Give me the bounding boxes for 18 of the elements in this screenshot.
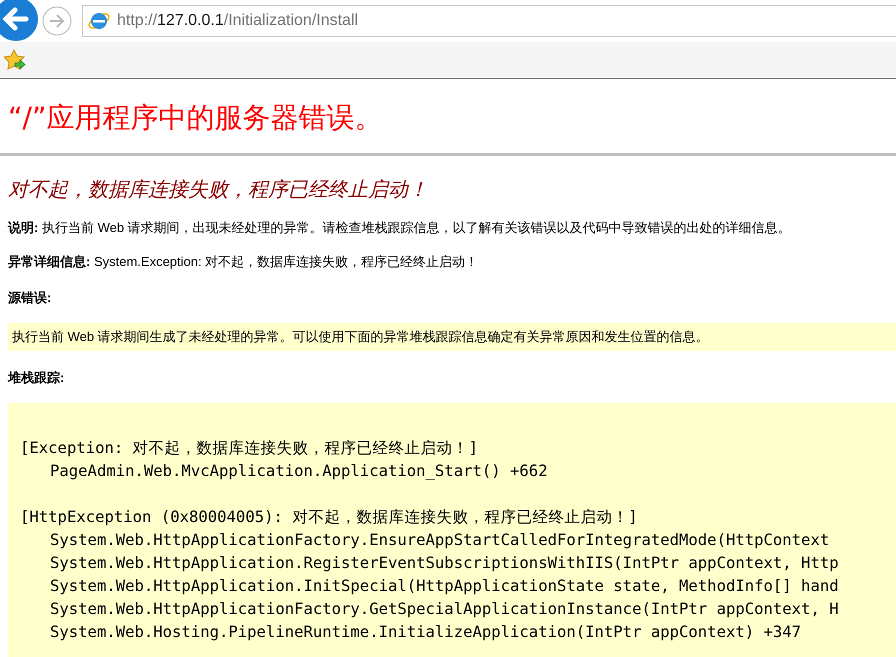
description-text: 说明: 执行当前 Web 请求期间，出现未经处理的异常。请检查堆栈跟踪信息，以了解有关该错误以及代码中导致错误的出处的详细信息。 <box>8 219 792 237</box>
stack-frame: System.Web.HttpApplication.RegisterEventSubscriptionsWithIIS(IntPtr appContext, Http <box>50 552 839 575</box>
section-label: 源错误: <box>8 289 52 307</box>
section-label: 堆栈跟踪: <box>8 369 66 387</box>
source-error-text: 执行当前 Web 请求期间生成了未经处理的异常。可以使用下面的异常堆栈跟踪信息确定有关异常原因和发生位置的信息。 <box>8 323 896 351</box>
back-icon[interactable] <box>0 0 38 41</box>
stack-frame: PageAdmin.Web.MvcApplication.Application_Start() +662 <box>50 460 548 483</box>
error-message: 对不起，数据库连接失败，程序已经终止启动！ <box>8 176 429 203</box>
exception-header: [Exception: 对不起，数据库连接失败，程序已经终止启动！] <box>20 438 478 459</box>
stack-frame: System.Web.HttpApplication.InitSpecial(HttpApplicationState state, MethodInfo[] hand <box>50 575 839 598</box>
address-field[interactable]: http://127.0.0.1/Initialization/Install <box>82 5 896 37</box>
exception-header: [HttpException (0x80004005): 对不起，数据库连接失败，程序已经终止启动！] <box>20 507 638 528</box>
stack-frame: System.Web.Hosting.PipelineRuntime.InitializeApplication(IntPtr appContext) +347 <box>50 621 802 644</box>
exception-details: 异常详细信息: System.Exception: 对不起，数据库连接失败，程序已经终止启动！ <box>8 253 480 271</box>
favorites-icon[interactable] <box>4 49 26 71</box>
page-title: “/”应用程序中的服务器错误。 <box>8 100 384 136</box>
stack-frame: System.Web.HttpApplicationFactory.GetSpecialApplicationInstance(IntPtr appContext, H <box>50 598 839 621</box>
stack-frame: System.Web.HttpApplicationFactory.EnsureAppStartCalledForIntegratedMode(HttpContext <box>50 529 830 552</box>
